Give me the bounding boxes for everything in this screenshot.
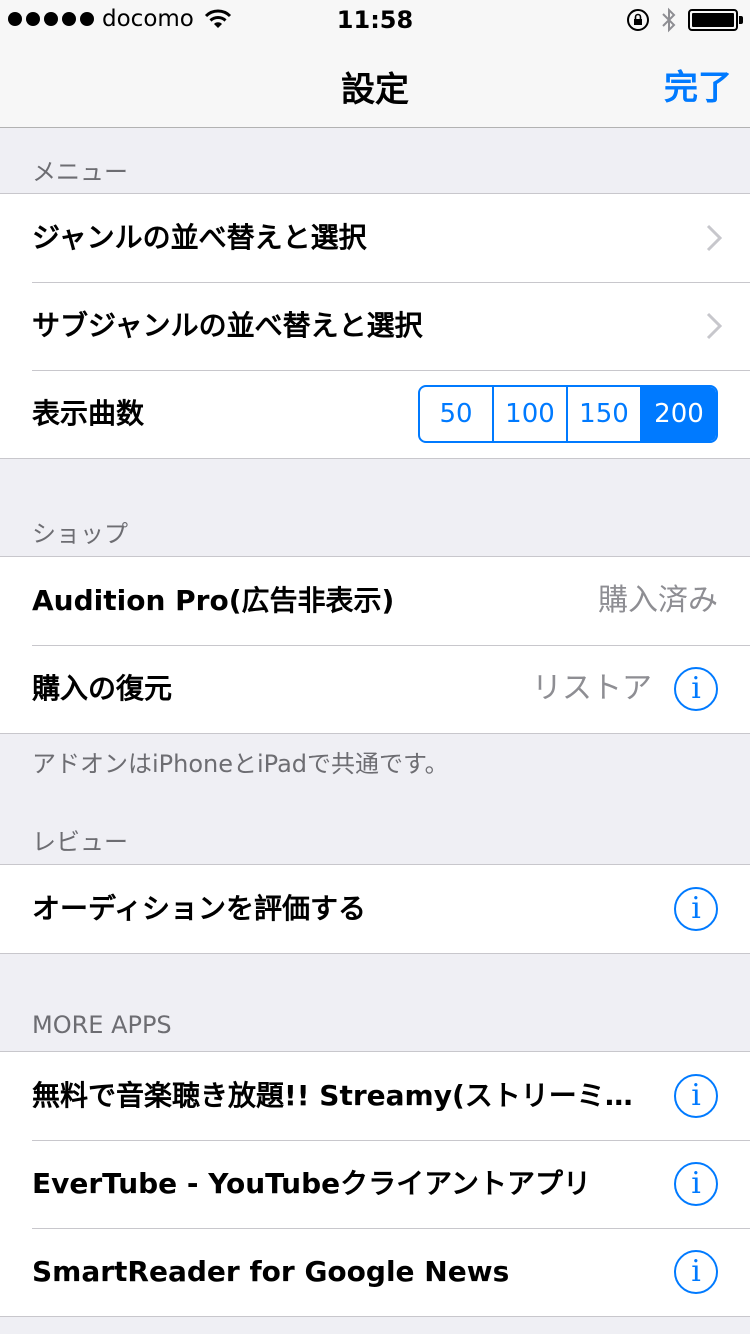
info-icon[interactable]: i xyxy=(674,1162,718,1206)
display-count-segmented-control: 50 100 150 200 xyxy=(418,385,718,443)
purchase-status: 購入済み xyxy=(598,583,718,618)
rotation-lock-icon xyxy=(627,9,649,31)
row-label: サブジャンルの並べ替えと選択 xyxy=(32,309,423,342)
done-button[interactable]: 完了 xyxy=(664,60,732,109)
row-restore-purchase[interactable]: 購入の復元 リストア i xyxy=(0,645,750,733)
restore-value: リストア xyxy=(532,671,652,706)
bluetooth-icon xyxy=(662,7,676,33)
segment-100[interactable]: 100 xyxy=(494,387,568,441)
chevron-right-icon xyxy=(706,224,722,252)
status-bar: docomo 11:58 xyxy=(0,0,750,40)
info-icon[interactable]: i xyxy=(674,1074,718,1118)
info-icon[interactable]: i xyxy=(674,667,718,711)
row-subgenre-sort[interactable]: サブジャンルの並べ替えと選択 xyxy=(0,282,750,370)
row-label: 無料で音楽聴き放題!! Streamy(ストリーミー) - YouTube xyxy=(32,1079,652,1112)
section-footer-shop: アドオンはiPhoneとiPadで共通です。 xyxy=(32,750,449,778)
section-header-more-apps: MORE APPS xyxy=(32,1011,172,1039)
segment-150[interactable]: 150 xyxy=(568,387,642,441)
segment-200[interactable]: 200 xyxy=(642,387,716,441)
section-header-review: レビュー xyxy=(32,828,128,856)
shop-group: Audition Pro(広告非表示) 購入済み 購入の復元 リストア i xyxy=(0,556,750,734)
row-label: EverTube - YouTubeクライアントアプリ xyxy=(32,1167,592,1200)
menu-group: ジャンルの並べ替えと選択 サブジャンルの並べ替えと選択 表示曲数 50 100 … xyxy=(0,193,750,459)
more-apps-group: 無料で音楽聴き放題!! Streamy(ストリーミー) - YouTube i … xyxy=(0,1051,750,1317)
review-group: オーディションを評価する i xyxy=(0,864,750,954)
chevron-right-icon xyxy=(706,312,722,340)
section-header-shop: ショップ xyxy=(32,520,128,548)
row-rate-app[interactable]: オーディションを評価する i xyxy=(0,865,750,953)
segment-50[interactable]: 50 xyxy=(420,387,494,441)
section-header-menu: メニュー xyxy=(32,158,128,186)
row-label: 購入の復元 xyxy=(32,672,173,705)
row-app-smartreader[interactable]: SmartReader for Google News i xyxy=(0,1228,750,1316)
row-label: Audition Pro(広告非表示) xyxy=(32,584,395,617)
row-label: SmartReader for Google News xyxy=(32,1255,510,1288)
info-icon[interactable]: i xyxy=(674,887,718,931)
row-audition-pro[interactable]: Audition Pro(広告非表示) 購入済み xyxy=(0,557,750,645)
battery-icon xyxy=(688,9,743,31)
row-label: オーディションを評価する xyxy=(32,892,367,925)
info-icon[interactable]: i xyxy=(674,1250,718,1294)
navigation-bar: 設定 完了 xyxy=(0,40,750,128)
row-label: ジャンルの並べ替えと選択 xyxy=(32,221,367,254)
row-app-evertube[interactable]: EverTube - YouTubeクライアントアプリ i xyxy=(0,1140,750,1228)
row-label: 表示曲数 xyxy=(32,397,145,430)
row-display-count: 表示曲数 50 100 150 200 xyxy=(0,370,750,458)
row-genre-sort[interactable]: ジャンルの並べ替えと選択 xyxy=(0,194,750,282)
row-app-streamy[interactable]: 無料で音楽聴き放題!! Streamy(ストリーミー) - YouTube i xyxy=(0,1052,750,1140)
page-title: 設定 xyxy=(341,70,409,110)
